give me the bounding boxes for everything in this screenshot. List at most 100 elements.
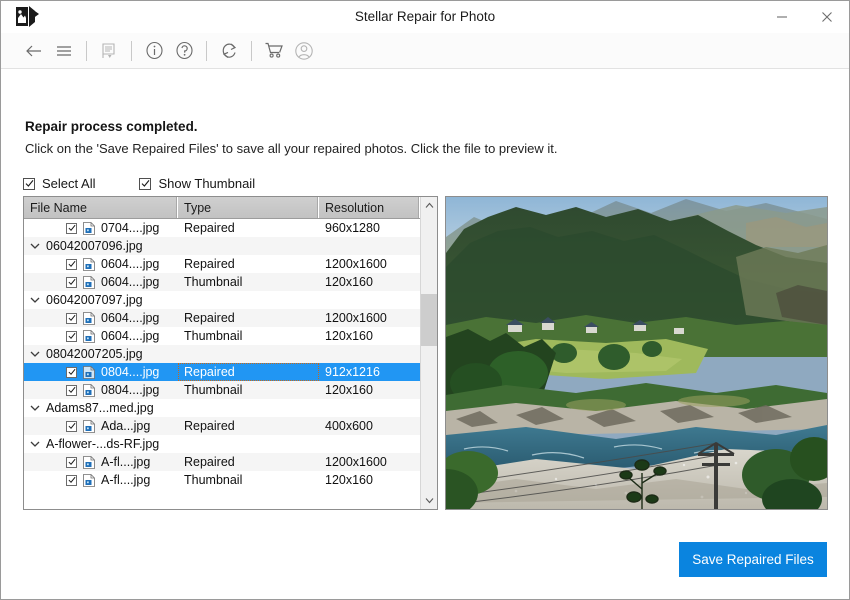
expand-collapse-toggle[interactable] <box>24 296 46 304</box>
file-row[interactable]: 0604....jpg Repaired 1200x1600 <box>24 255 420 273</box>
check-icon <box>25 180 33 187</box>
check-icon <box>68 458 75 465</box>
log-report-icon[interactable] <box>94 36 124 66</box>
expand-collapse-toggle[interactable] <box>24 440 46 448</box>
row-checkbox[interactable] <box>66 384 77 396</box>
column-header-type[interactable]: Type <box>178 197 319 218</box>
file-group-row[interactable]: Adams87...med.jpg <box>24 399 420 417</box>
file-row[interactable]: 0604....jpg Repaired 1200x1600 <box>24 309 420 327</box>
cell-file-name: A-fl....jpg <box>24 473 178 487</box>
scrollbar-thumb[interactable] <box>421 294 437 346</box>
cell-type: Repaired <box>184 419 235 433</box>
file-row[interactable]: Ada...jpg Repaired 400x600 <box>24 417 420 435</box>
column-header-resolution[interactable]: Resolution <box>319 197 420 218</box>
file-row[interactable]: 0604....jpg Thumbnail 120x160 <box>24 273 420 291</box>
row-checkbox[interactable] <box>66 330 77 342</box>
row-checkbox[interactable] <box>66 474 77 486</box>
file-icon <box>83 311 95 325</box>
group-file-name: 06042007096.jpg <box>46 239 143 253</box>
file-row[interactable]: 0804....jpg Repaired 912x1216 <box>24 363 420 381</box>
toolbar-separator <box>131 40 132 61</box>
account-icon[interactable] <box>289 36 319 66</box>
expand-collapse-toggle[interactable] <box>24 242 46 250</box>
file-row[interactable]: A-fl....jpg Repaired 1200x1600 <box>24 453 420 471</box>
expand-collapse-toggle[interactable] <box>24 404 46 412</box>
show-thumbnail-label: Show Thumbnail <box>158 176 256 191</box>
row-checkbox[interactable] <box>66 222 77 234</box>
file-icon <box>83 257 95 271</box>
scrollbar-track[interactable] <box>421 214 437 492</box>
file-group-row[interactable]: 08042007205.jpg <box>24 345 420 363</box>
file-group-row[interactable]: A-flower-...ds-RF.jpg <box>24 435 420 453</box>
toolbar <box>1 33 849 69</box>
expand-collapse-toggle[interactable] <box>24 350 46 358</box>
status-primary-message: Repair process completed. <box>25 119 198 134</box>
column-header-file-name[interactable]: File Name <box>24 197 178 218</box>
image-preview-panel[interactable] <box>445 196 828 510</box>
cart-icon[interactable] <box>259 36 289 66</box>
row-checkbox[interactable] <box>66 420 77 432</box>
row-file-name: 0604....jpg <box>101 329 160 343</box>
cell-file-name: 0804....jpg <box>24 365 178 379</box>
check-icon <box>68 278 75 285</box>
cell-resolution: 1200x1600 <box>325 257 387 271</box>
file-row[interactable]: 0704....jpg Repaired 960x1280 <box>24 219 420 237</box>
row-checkbox[interactable] <box>66 276 77 288</box>
cell-file-name: Ada...jpg <box>24 419 178 433</box>
menu-icon[interactable] <box>49 36 79 66</box>
row-checkbox[interactable] <box>66 312 77 324</box>
help-icon[interactable] <box>169 36 199 66</box>
file-icon-wrapper <box>83 257 95 271</box>
file-icon-wrapper <box>83 329 95 343</box>
cell-resolution: 120x160 <box>325 275 373 289</box>
cell-file-name: 0804....jpg <box>24 383 178 397</box>
row-checkbox[interactable] <box>66 258 77 270</box>
file-list-scrollbar[interactable] <box>420 197 437 509</box>
file-icon-wrapper <box>83 221 95 235</box>
close-button[interactable] <box>804 1 849 33</box>
preview-photo <box>446 197 827 509</box>
cell-resolution: 400x600 <box>325 419 373 433</box>
file-icon-wrapper <box>83 311 95 325</box>
file-row[interactable]: 0604....jpg Thumbnail 120x160 <box>24 327 420 345</box>
group-file-name: A-flower-...ds-RF.jpg <box>46 437 160 451</box>
select-all-checkbox[interactable]: Select All <box>23 176 95 191</box>
select-all-label: Select All <box>42 176 96 191</box>
save-repaired-files-button[interactable]: Save Repaired Files <box>679 542 827 577</box>
chevron-up-icon[interactable] <box>421 197 437 214</box>
file-list-body[interactable]: 0704....jpg Repaired 960x1280 06042007096.j… <box>24 219 420 509</box>
cell-type: Repaired <box>184 221 235 235</box>
show-thumbnail-checkbox[interactable]: Show Thumbnail <box>139 176 255 191</box>
file-row[interactable]: A-fl....jpg Thumbnail 120x160 <box>24 471 420 489</box>
file-icon <box>83 455 95 469</box>
file-list-header: File Name Type Resolution <box>24 197 420 219</box>
cell-resolution: 1200x1600 <box>325 311 387 325</box>
cell-file-name: 0604....jpg <box>24 329 178 343</box>
toolbar-separator <box>251 40 252 61</box>
file-group-row[interactable]: 06042007097.jpg <box>24 291 420 309</box>
cell-type: Repaired <box>184 311 235 325</box>
chevron-down-icon[interactable] <box>421 492 437 509</box>
row-file-name: A-fl....jpg <box>101 455 151 469</box>
row-file-name: Ada...jpg <box>101 419 151 433</box>
row-file-name: A-fl....jpg <box>101 473 151 487</box>
group-file-name: 06042007097.jpg <box>46 293 143 307</box>
cell-file-name: 06042007096.jpg <box>24 239 178 253</box>
group-file-name: 08042007205.jpg <box>46 347 143 361</box>
cell-type: Repaired <box>184 257 235 271</box>
title-bar: Stellar Repair for Photo <box>1 1 849 33</box>
file-group-row[interactable]: 06042007096.jpg <box>24 237 420 255</box>
cell-file-name: Adams87...med.jpg <box>24 401 178 415</box>
window-controls <box>759 1 849 33</box>
group-file-name: Adams87...med.jpg <box>46 401 154 415</box>
refresh-icon[interactable] <box>214 36 244 66</box>
row-checkbox[interactable] <box>66 366 77 378</box>
row-checkbox[interactable] <box>66 456 77 468</box>
toolbar-separator <box>206 40 207 61</box>
check-icon <box>68 386 75 393</box>
info-icon[interactable] <box>139 36 169 66</box>
file-row[interactable]: 0804....jpg Thumbnail 120x160 <box>24 381 420 399</box>
cell-resolution: 120x160 <box>325 473 373 487</box>
minimize-button[interactable] <box>759 1 804 33</box>
back-icon[interactable] <box>19 36 49 66</box>
